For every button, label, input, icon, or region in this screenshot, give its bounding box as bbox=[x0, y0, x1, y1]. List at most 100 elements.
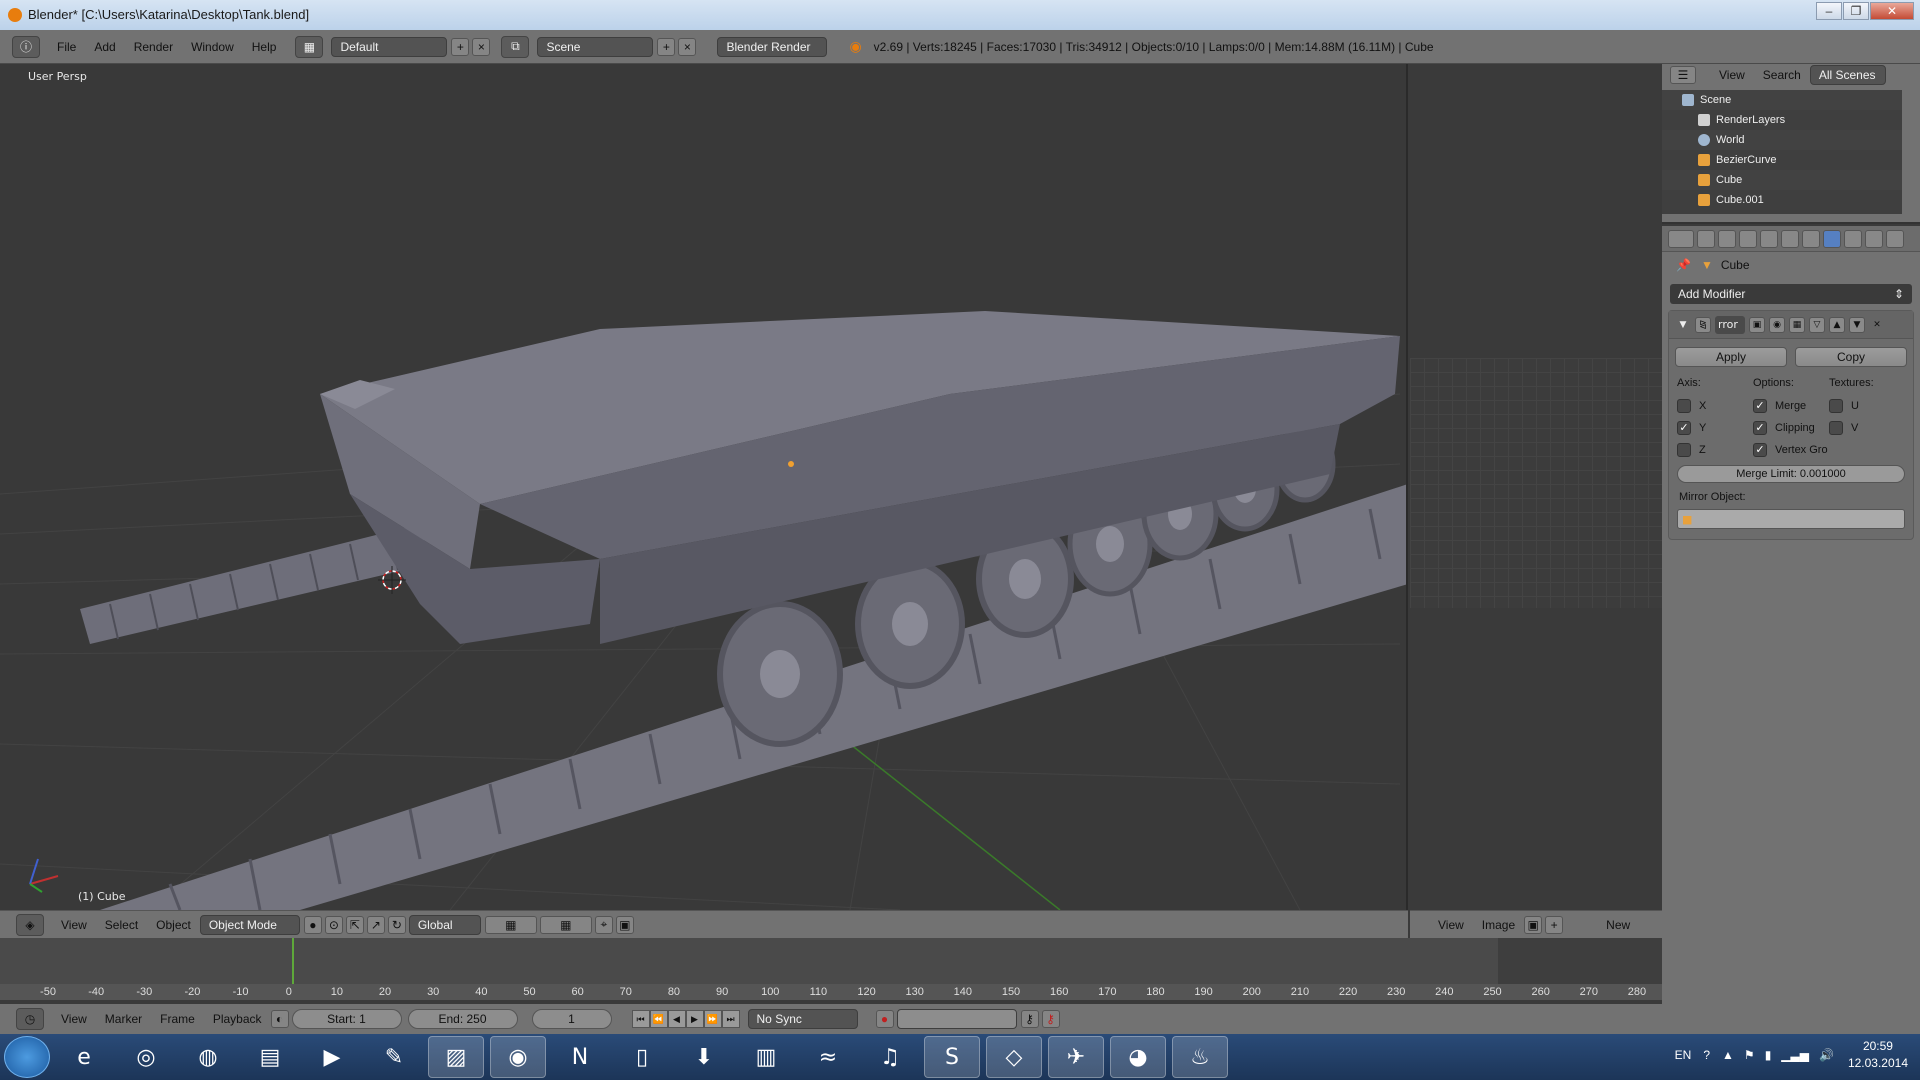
files-icon[interactable]: ▥ bbox=[738, 1036, 794, 1078]
remove-scene-button[interactable]: × bbox=[678, 37, 697, 56]
timeline-menu-marker[interactable]: Marker bbox=[105, 1012, 142, 1026]
record-icon[interactable]: ● bbox=[875, 1010, 894, 1028]
skype-icon[interactable]: S bbox=[924, 1036, 980, 1078]
remove-layout-button[interactable]: × bbox=[472, 37, 491, 56]
texture-tab-icon[interactable] bbox=[1886, 229, 1904, 248]
mode-select[interactable]: Object Mode bbox=[199, 914, 300, 935]
image-menu-view[interactable]: View bbox=[1438, 918, 1464, 932]
pin-icon[interactable]: 📌 bbox=[1676, 258, 1691, 272]
wave-icon[interactable]: ≈ bbox=[800, 1036, 856, 1078]
render-tab-icon[interactable] bbox=[1697, 229, 1715, 248]
media-icon[interactable]: ▶ bbox=[304, 1036, 360, 1078]
image-editor[interactable] bbox=[1410, 64, 1662, 910]
menu-window[interactable]: Window bbox=[191, 40, 234, 54]
start-button[interactable] bbox=[4, 1036, 50, 1078]
menu-add[interactable]: Add bbox=[94, 40, 115, 54]
firefox-icon[interactable]: ◍ bbox=[180, 1036, 236, 1078]
3d-viewport[interactable]: User Persp (1) Cube bbox=[0, 64, 1408, 910]
photos-icon[interactable]: ▨ bbox=[428, 1036, 484, 1078]
document-icon[interactable]: ▯ bbox=[614, 1036, 670, 1078]
explorer-icon[interactable]: ▤ bbox=[242, 1036, 298, 1078]
texture-u-checkbox[interactable]: U bbox=[1829, 395, 1905, 417]
insert-keyframe-icon[interactable]: ⚷ bbox=[1020, 1010, 1039, 1028]
scene-icon[interactable]: ⧉ bbox=[501, 35, 530, 58]
axis-y-checkbox[interactable]: ✓ Y bbox=[1677, 417, 1753, 439]
clock[interactable]: 20:59 12.03.2014 bbox=[1848, 1038, 1908, 1072]
render-layers-tab-icon[interactable] bbox=[1718, 229, 1736, 248]
battery-icon[interactable]: ▮ bbox=[1765, 1048, 1772, 1062]
viewport-menu-view[interactable]: View bbox=[61, 918, 87, 932]
add-scene-button[interactable]: + bbox=[657, 37, 676, 56]
layout-field[interactable]: Default bbox=[331, 36, 448, 57]
timeline-menu-view[interactable]: View bbox=[61, 1012, 87, 1026]
vertex-groups-checkbox[interactable]: ✓ Vertex Gro bbox=[1753, 439, 1829, 461]
timeline-menu-playback[interactable]: Playback bbox=[213, 1012, 262, 1026]
checkmark-icon[interactable]: ✓ bbox=[1753, 421, 1767, 435]
close-button[interactable]: ✕ bbox=[1870, 2, 1914, 20]
menu-help[interactable]: Help bbox=[252, 40, 277, 54]
minimize-button[interactable]: – bbox=[1816, 2, 1842, 20]
outliner-item-cube-001[interactable]: Cube.001 bbox=[1662, 190, 1902, 210]
outliner-item-scene[interactable]: Scene bbox=[1662, 90, 1902, 110]
mirror-object-field[interactable]: ■ bbox=[1677, 509, 1905, 529]
scene-field[interactable]: Scene bbox=[537, 36, 654, 57]
steam-icon[interactable]: ♨ bbox=[1172, 1036, 1228, 1078]
checkbox-box[interactable] bbox=[1677, 399, 1691, 413]
outliner-item-world[interactable]: World bbox=[1662, 130, 1902, 150]
app-n-icon[interactable]: N bbox=[552, 1036, 608, 1078]
jump-end-icon[interactable]: ⏭ bbox=[721, 1010, 740, 1028]
add-layout-button[interactable]: + bbox=[451, 37, 470, 56]
download-icon[interactable]: ⬇ bbox=[676, 1036, 732, 1078]
itunes-icon[interactable]: ♫ bbox=[862, 1036, 918, 1078]
steam-game-icon[interactable]: ✈ bbox=[1048, 1036, 1104, 1078]
snap-icon[interactable]: ⌖ bbox=[594, 915, 613, 934]
merge-checkbox[interactable]: ✓ Merge bbox=[1753, 395, 1829, 417]
editor-type-timeline-icon[interactable]: ◷ bbox=[16, 1008, 44, 1030]
play-reverse-icon[interactable]: ◀ bbox=[667, 1010, 686, 1028]
menu-render[interactable]: Render bbox=[134, 40, 173, 54]
render-icon[interactable]: ▣ bbox=[615, 915, 634, 934]
flag-icon[interactable]: ⚑ bbox=[1744, 1048, 1755, 1062]
checkbox-box[interactable] bbox=[1829, 399, 1843, 413]
outliner-item-beziercurve[interactable]: BezierCurve bbox=[1662, 150, 1902, 170]
spotify-icon[interactable]: ◉ bbox=[490, 1036, 546, 1078]
apply-button[interactable]: Apply bbox=[1675, 347, 1787, 367]
cage-toggle-icon[interactable]: ▽ bbox=[1809, 316, 1825, 333]
blender-icon[interactable]: ◕ bbox=[1110, 1036, 1166, 1078]
viewport-menu-select[interactable]: Select bbox=[105, 918, 138, 932]
checkmark-icon[interactable]: ✓ bbox=[1753, 399, 1767, 413]
start-frame-field[interactable]: Start: 1 bbox=[291, 1009, 402, 1029]
image-menu-image[interactable]: Image bbox=[1482, 918, 1515, 932]
pivot-icon[interactable]: ⊙ bbox=[324, 915, 343, 934]
checkmark-icon[interactable]: ✓ bbox=[1677, 421, 1691, 435]
modifiers-tab-icon[interactable] bbox=[1823, 229, 1841, 248]
outliner-item-renderlayers[interactable]: RenderLayers bbox=[1662, 110, 1902, 130]
timeline[interactable]: -50 -40 -30 -20 -10 0 10 20 30 40 50 60 70 80 90 100 110… bbox=[0, 938, 1662, 1000]
volume-icon[interactable]: 🔊 bbox=[1819, 1048, 1834, 1062]
maximize-button[interactable]: ❐ bbox=[1843, 2, 1869, 20]
outliner-menu-search[interactable]: Search bbox=[1763, 68, 1801, 82]
unity-icon[interactable]: ◇ bbox=[986, 1036, 1042, 1078]
outliner-item-cube[interactable]: Cube bbox=[1662, 170, 1902, 190]
current-frame-field[interactable]: 1 bbox=[531, 1009, 612, 1029]
object-tab-icon[interactable] bbox=[1781, 229, 1799, 248]
help-icon[interactable]: ? bbox=[1703, 1048, 1710, 1062]
remove-modifier-icon[interactable]: ✕ bbox=[1869, 317, 1885, 333]
ie-icon[interactable]: e bbox=[56, 1036, 112, 1078]
checkmark-icon[interactable]: ✓ bbox=[1753, 443, 1767, 457]
editor-type-info-icon[interactable]: ⓘ bbox=[12, 35, 40, 58]
material-tab-icon[interactable] bbox=[1865, 229, 1883, 248]
viewport-menu-object[interactable]: Object bbox=[156, 918, 191, 932]
editor-type-3d-icon[interactable]: ◈ bbox=[16, 913, 44, 936]
editmode-toggle-icon[interactable]: ▦ bbox=[1789, 316, 1805, 333]
language-indicator[interactable]: EN bbox=[1675, 1048, 1692, 1062]
next-keyframe-icon[interactable]: ⏩ bbox=[703, 1010, 722, 1028]
add-modifier-dropdown[interactable]: Add Modifier ⇕ bbox=[1670, 284, 1912, 304]
outliner-display-mode[interactable]: All Scenes bbox=[1809, 65, 1886, 85]
editor-type-outliner-icon[interactable]: ☰ bbox=[1670, 66, 1696, 84]
new-image-plus-icon[interactable]: + bbox=[1545, 915, 1564, 934]
jump-start-icon[interactable]: ⏮ bbox=[631, 1010, 650, 1028]
outliner-menu-view[interactable]: View bbox=[1719, 68, 1745, 82]
clipping-checkbox[interactable]: ✓ Clipping bbox=[1753, 417, 1829, 439]
constraints-tab-icon[interactable] bbox=[1802, 229, 1820, 248]
